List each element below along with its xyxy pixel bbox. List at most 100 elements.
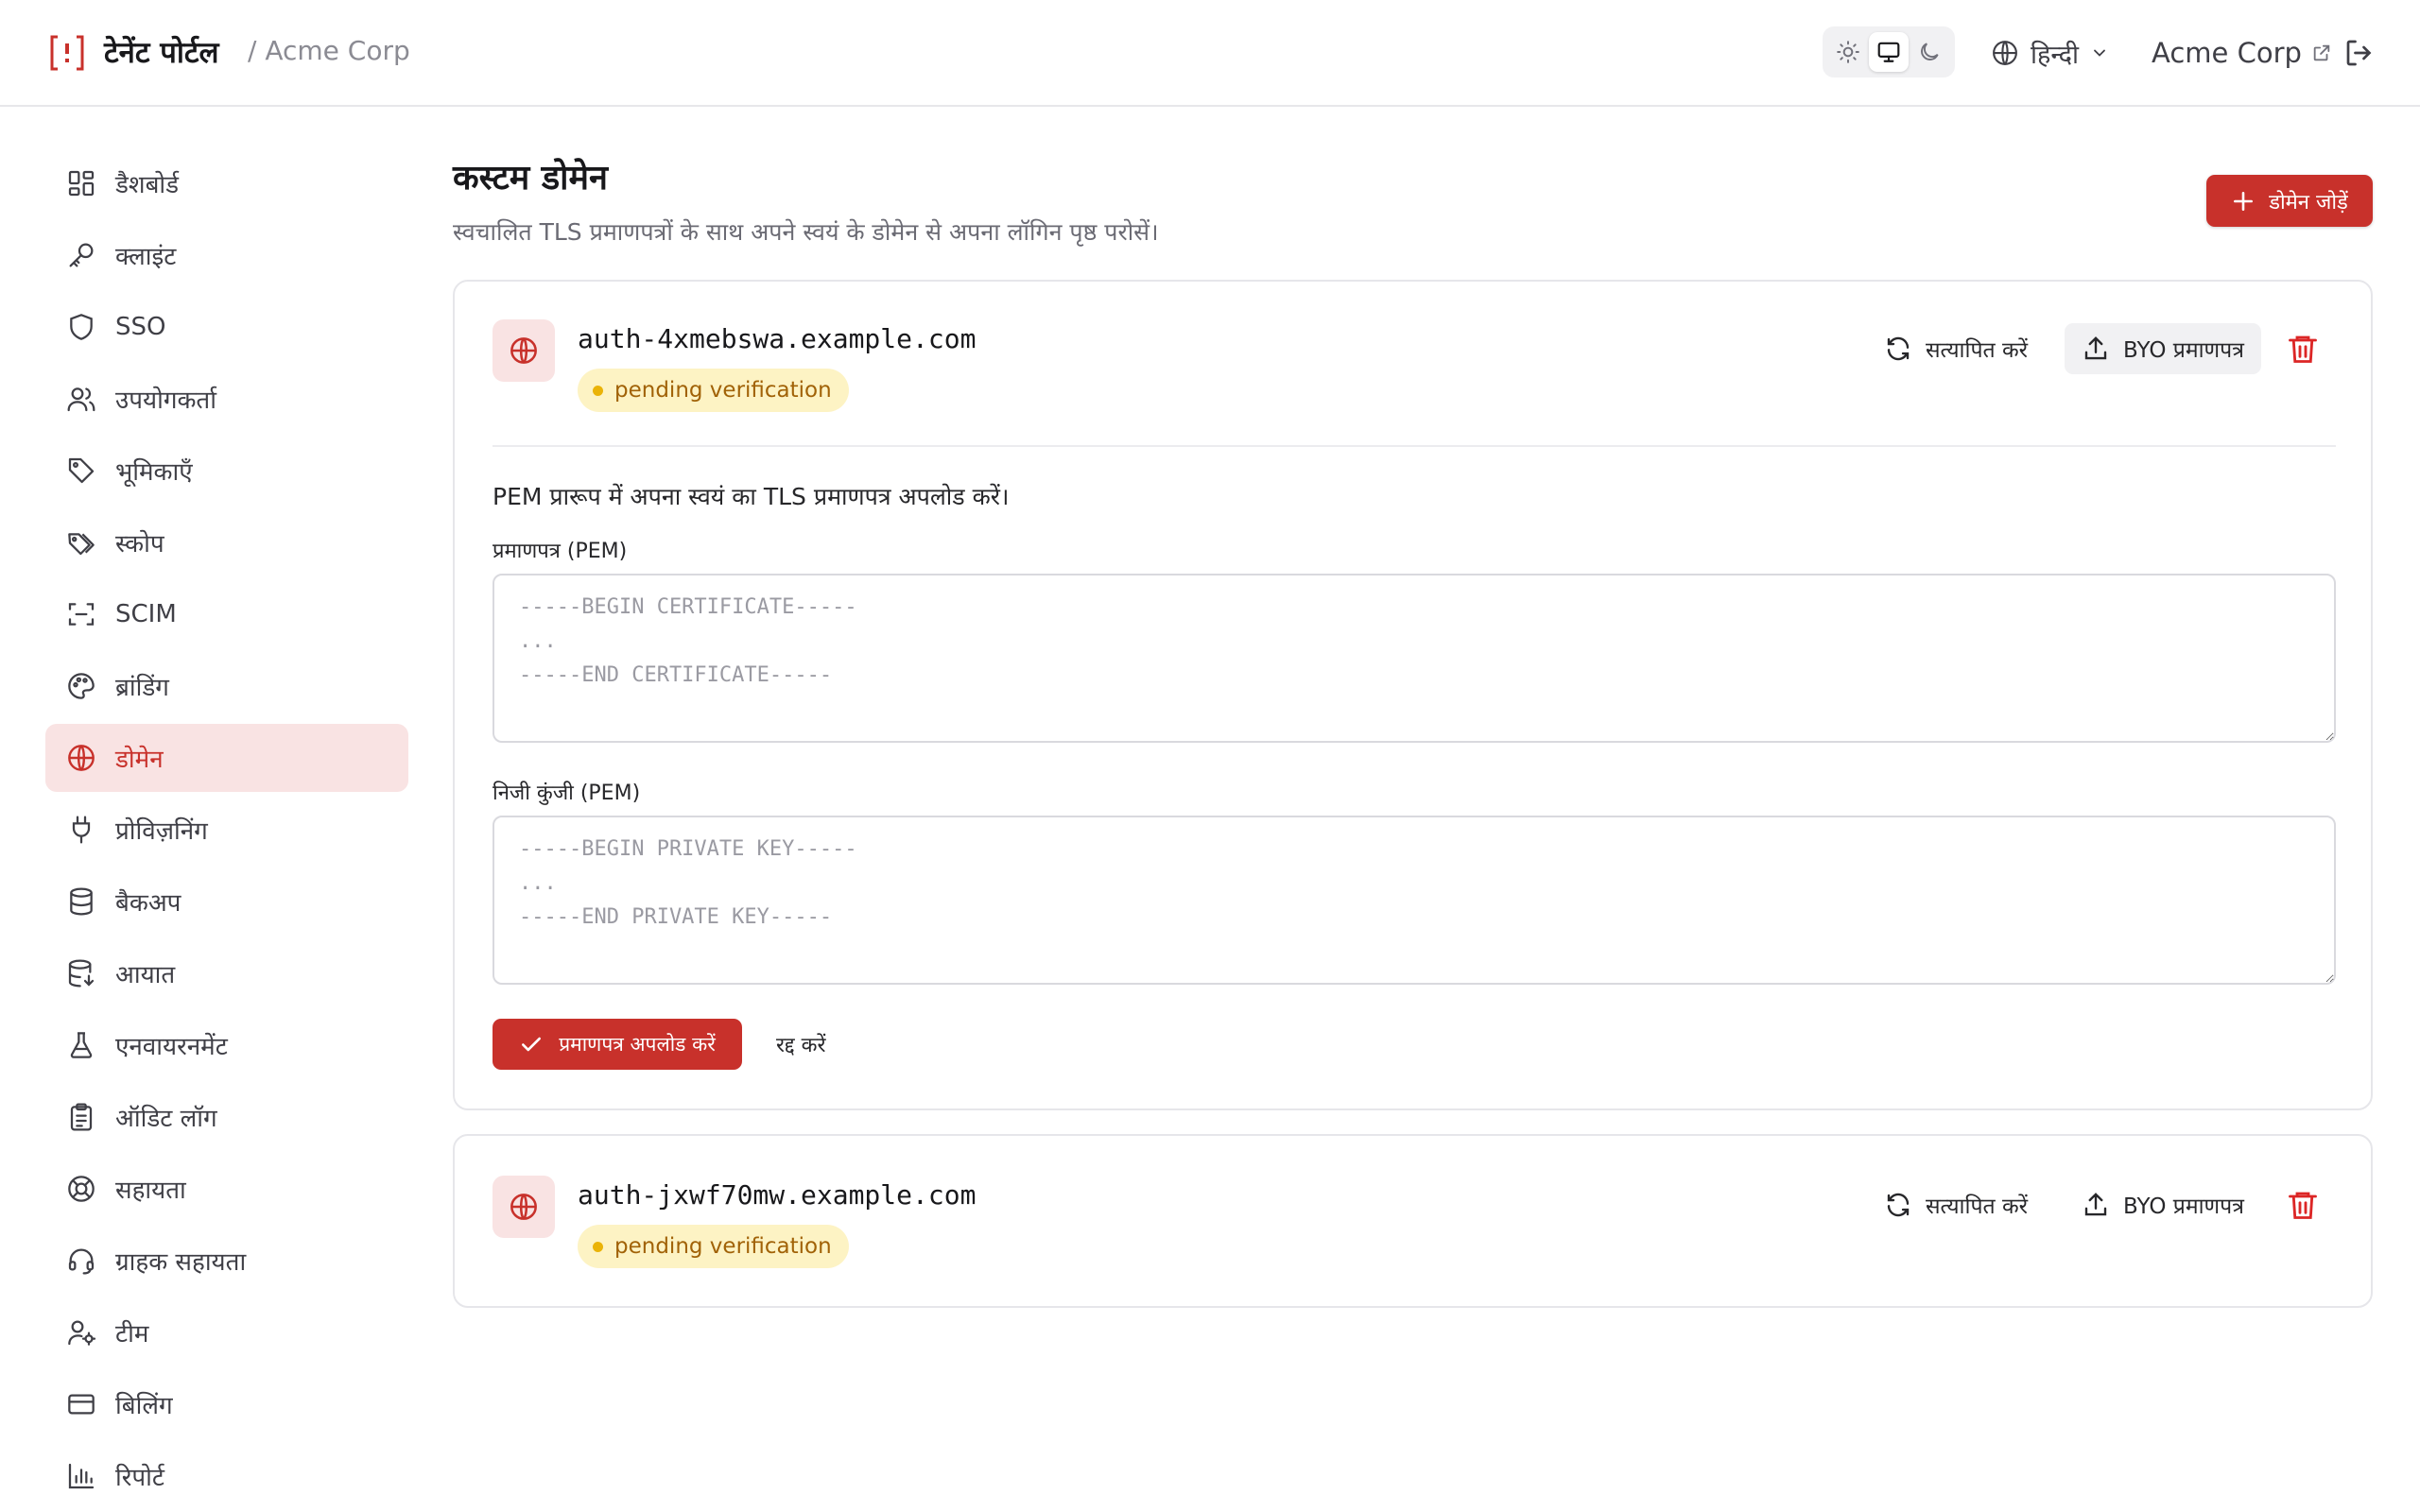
theme-system-button[interactable] xyxy=(1869,32,1909,72)
theme-dark-button[interactable] xyxy=(1910,32,1949,72)
sidebar-item-users[interactable]: उपयोगकर्ता xyxy=(45,365,408,433)
byo-cert-button[interactable]: BYO प्रमाणपत्र xyxy=(2065,323,2261,374)
clipboard-icon xyxy=(70,1103,93,1131)
dashboard-icon xyxy=(68,170,95,197)
credit-card-icon xyxy=(68,1394,95,1415)
sidebar-item-team[interactable]: टीम xyxy=(45,1298,408,1366)
sidebar-item-customer-support[interactable]: ग्राहक सहायता xyxy=(45,1227,408,1295)
refresh-icon xyxy=(1887,336,1910,361)
sidebar-item-label: स्कोप xyxy=(115,530,164,558)
certificate-label: प्रमाणपत्र (PEM) xyxy=(493,540,628,563)
sidebar-item-label: आयात xyxy=(115,961,176,989)
flask-icon xyxy=(70,1032,93,1058)
bar-chart-icon xyxy=(68,1463,95,1489)
scan-icon xyxy=(68,603,95,626)
sidebar-item-scim[interactable]: SCIM xyxy=(45,580,408,648)
verify-button[interactable]: सत्यापित करें xyxy=(1867,1179,2045,1230)
sidebar-item-environments[interactable]: एनवायरनमेंट xyxy=(45,1011,408,1079)
moon-icon xyxy=(1921,43,1939,60)
certificate-pem-field[interactable] xyxy=(493,574,2336,743)
logout-icon[interactable] xyxy=(2342,36,2377,70)
language-selector[interactable]: हिन्दी xyxy=(1991,34,2109,72)
tenant-breadcrumb: / Acme Corp xyxy=(248,35,410,66)
byo-cert-button[interactable]: BYO प्रमाणपत्र xyxy=(2065,1179,2261,1230)
sidebar-item-sso[interactable]: SSO xyxy=(45,293,408,361)
domain-icon-box xyxy=(493,319,555,382)
users-icon xyxy=(67,387,95,412)
sidebar-item-dashboard[interactable]: डैशबोर्ड xyxy=(45,149,408,217)
sidebar-item-label: ब्रांडिंग xyxy=(115,674,169,702)
sidebar-item-help[interactable]: सहायता xyxy=(45,1155,408,1223)
status-dot xyxy=(593,1241,603,1252)
domain-icon-box xyxy=(493,1176,555,1238)
language-label: हिन्दी xyxy=(2031,40,2080,70)
status-dot xyxy=(593,385,603,396)
sidebar-item-backup[interactable]: बैकअप xyxy=(45,868,408,936)
sidebar-item-label: बिलिंग xyxy=(115,1392,173,1420)
tags-icon xyxy=(68,533,95,556)
globe-icon xyxy=(510,1194,537,1220)
sidebar-item-audit-log[interactable]: ऑडिट लॉग xyxy=(45,1083,408,1151)
sidebar-item-label: SCIM xyxy=(115,600,177,628)
lifebuoy-icon xyxy=(68,1176,95,1202)
sidebar-item-domains[interactable]: डोमेन xyxy=(45,724,408,792)
sidebar-item-clients[interactable]: क्लाइंट xyxy=(45,221,408,289)
verify-button[interactable]: सत्यापित करें xyxy=(1867,323,2045,374)
sidebar-item-label: उपयोगकर्ता xyxy=(115,387,216,415)
monitor-icon xyxy=(1877,42,1900,62)
chevron-down-icon xyxy=(2094,49,2105,57)
palette-icon xyxy=(68,673,95,699)
byo-cert-label: BYO प्रमाणपत्र xyxy=(2123,338,2244,363)
sidebar-item-label: भूमिकाएँ xyxy=(115,458,193,487)
sidebar-item-billing[interactable]: बिलिंग xyxy=(45,1370,408,1438)
upload-icon xyxy=(2084,1193,2107,1216)
sidebar-item-label: रिपोर्ट xyxy=(115,1464,164,1492)
theme-switcher xyxy=(1823,26,1955,77)
database-icon xyxy=(70,887,93,916)
sun-icon xyxy=(1837,41,1859,63)
status-label: pending verification xyxy=(614,378,832,403)
key-icon xyxy=(69,243,94,267)
sidebar-item-roles[interactable]: भूमिकाएँ xyxy=(45,437,408,505)
sidebar-item-scopes[interactable]: स्कोप xyxy=(45,508,408,576)
sidebar-item-label: SSO xyxy=(115,313,166,341)
upload-certificate-button[interactable]: प्रमाणपत्र अपलोड करें xyxy=(493,1019,742,1070)
plug-icon xyxy=(72,816,91,844)
org-link[interactable]: Acme Corp xyxy=(2152,34,2332,72)
trash-icon[interactable] xyxy=(2286,332,2320,366)
top-bar: टेनेंट पोर्टल / Acme Corp हिन्दी Acme Co… xyxy=(0,0,2420,107)
sidebar-item-label: ऑडिट लॉग xyxy=(115,1105,217,1133)
sidebar-item-provisioning[interactable]: प्रोविज़निंग xyxy=(45,796,408,864)
private-key-pem-field[interactable] xyxy=(493,816,2336,985)
sidebar: डैशबोर्ड क्लाइंट SSO उपयोगकर्ता भूमिकाएँ… xyxy=(45,149,408,1512)
status-badge: pending verification xyxy=(578,369,849,412)
sidebar-item-branding[interactable]: ब्रांडिंग xyxy=(45,652,408,720)
add-domain-button[interactable]: डोमेन जोड़ें xyxy=(2206,175,2373,227)
page-subtitle: स्वचालित TLS प्रमाणपत्रों के साथ अपने स्… xyxy=(453,218,1159,246)
domain-name: auth-4xmebswa.example.com xyxy=(578,323,977,354)
card-divider xyxy=(493,445,2336,447)
tag-icon xyxy=(68,457,95,484)
domain-name: auth-jxwf70mw.example.com xyxy=(578,1179,977,1211)
cancel-button[interactable]: रद्द करें xyxy=(759,1019,843,1070)
byo-instructions: PEM प्रारूप में अपना स्वयं का TLS प्रमाण… xyxy=(493,483,1010,510)
trash-icon[interactable] xyxy=(2286,1188,2320,1222)
database-import-icon xyxy=(68,959,95,988)
app-title[interactable]: टेनेंट पोर्टल xyxy=(104,32,219,72)
check-icon xyxy=(522,1037,542,1052)
theme-light-button[interactable] xyxy=(1828,32,1868,72)
sidebar-item-import[interactable]: आयात xyxy=(45,939,408,1007)
sidebar-item-label: बैकअप xyxy=(115,889,182,918)
verify-label: सत्यापित करें xyxy=(1926,1194,2029,1219)
status-label: pending verification xyxy=(614,1234,832,1259)
sidebar-item-label: सहायता xyxy=(115,1177,186,1205)
status-badge: pending verification xyxy=(578,1225,849,1268)
external-link-icon xyxy=(2313,44,2330,61)
page-title: कस्टम डोमेन xyxy=(453,159,608,198)
domain-card: auth-4xmebswa.example.com pending verifi… xyxy=(453,280,2373,1110)
upload-icon xyxy=(2084,336,2107,360)
headset-icon xyxy=(68,1248,95,1275)
sidebar-item-reports[interactable]: रिपोर्ट xyxy=(45,1442,408,1510)
globe-icon xyxy=(510,337,537,364)
sidebar-item-label: डैशबोर्ड xyxy=(115,171,180,199)
